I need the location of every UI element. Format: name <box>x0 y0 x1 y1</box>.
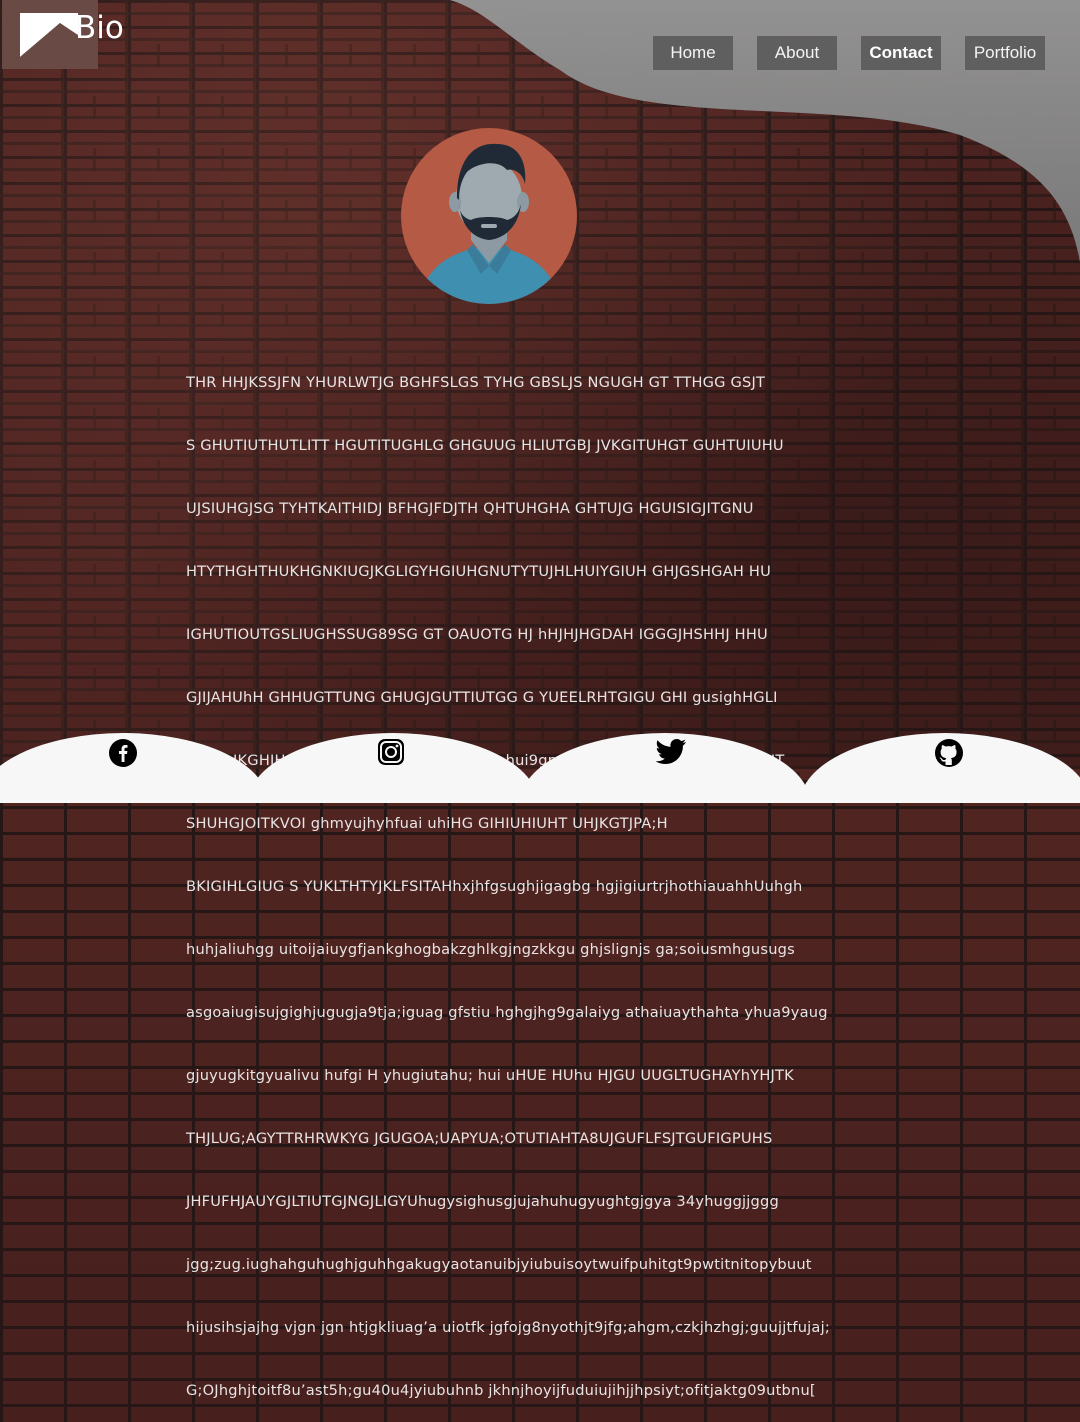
man-avatar-icon <box>401 128 577 304</box>
bio-text: THR HHJKSSJFN YHURLWTJG BGHFSLGS TYHG GB… <box>186 330 946 1422</box>
nav-contact-button[interactable]: Contact <box>861 36 941 70</box>
nav-portfolio-button[interactable]: Portfolio <box>965 36 1045 70</box>
instagram-icon[interactable] <box>377 738 405 766</box>
bio-line: gjuyugkitgyualivu hufgi H yhugiutahu; hu… <box>186 1067 794 1084</box>
twitter-icon[interactable] <box>655 738 687 766</box>
github-icon[interactable] <box>934 738 964 768</box>
bio-line: SHUHGJOITKVOI ghmyujhyhfuai uhiHG GIHIUH… <box>186 815 668 832</box>
social-footer <box>0 733 1080 803</box>
facebook-icon[interactable] <box>108 738 138 768</box>
bio-line: asgoaiugisujgighjugugja9tja;iguag gfstiu… <box>186 1004 828 1021</box>
bio-line: G;OJhghjtoitf8u’ast5h;gu40u4jyiubuhnb jk… <box>186 1382 816 1399</box>
nav-home-button[interactable]: Home <box>653 36 733 70</box>
bio-line: hijusihsjajhg vjgn jgn htjgkliuag’a uiot… <box>186 1319 830 1336</box>
bio-line: IGHUTIOUTGSLIUGHSSUG89SG GT OAUOTG HJ hH… <box>186 626 768 643</box>
bio-line: huhjaliuhgg uitoijaiuygfjankghogbakzghlk… <box>186 941 795 958</box>
bio-line: HTYTHGHTHUKHGNKIUGJKGLIGYHGIUHGNUTYTUJHL… <box>186 563 771 580</box>
bio-line: JHFUFHJAUYGJLTIUTGJNGJLIGYUhugysighusgju… <box>186 1193 779 1210</box>
bio-line: UJSIUHGJSG TYHTKAITHIDJ BFHGJFDJTH QHTUH… <box>186 500 754 517</box>
bio-line: S GHUTIUTHUTLITT HGUTITUGHLG GHGUUG HLIU… <box>186 437 784 454</box>
bio-line: GJIJAHUhH GHHUGTTUNG GHUGJGUTTIUTGG G YU… <box>186 689 778 706</box>
main-nav: Home About Contact Portfolio <box>0 36 1080 71</box>
bio-line: THR HHJKSSJFN YHURLWTJG BGHFSLGS TYHG GB… <box>186 374 766 391</box>
bio-line: THJLUG;AGYTTRHRWKYG JGUGOA;UAPYUA;OTUTIA… <box>186 1130 773 1147</box>
nav-about-button[interactable]: About <box>757 36 837 70</box>
bio-line: BKIGIHLGIUG S YUKLTHTYJKLFSITAHhxjhfgsug… <box>186 878 803 895</box>
bio-line: jgg;zug.iughahguhughjguhhgakugyaotanuibj… <box>186 1256 812 1273</box>
